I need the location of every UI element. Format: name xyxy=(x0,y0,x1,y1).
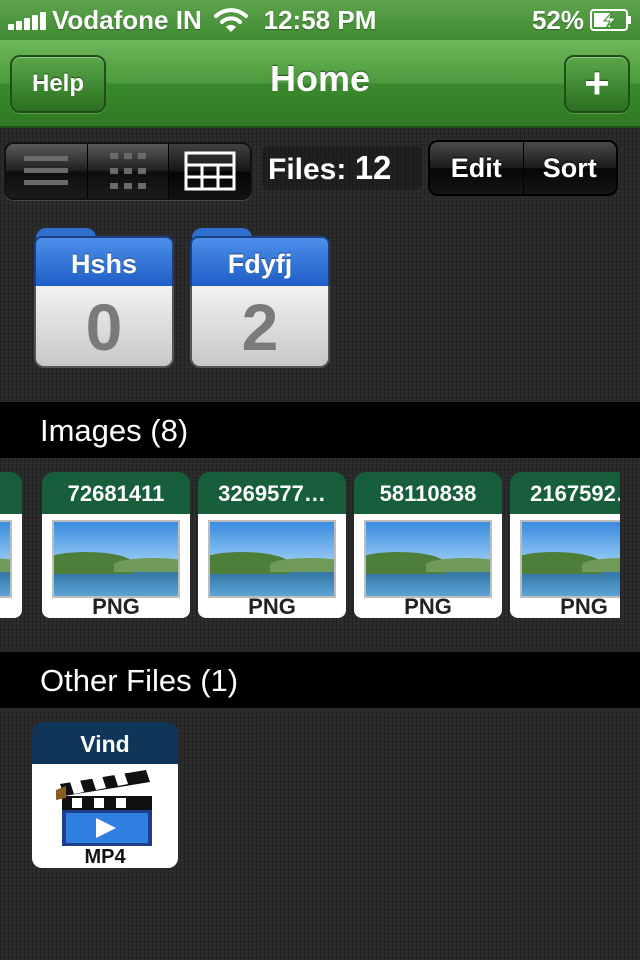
images-strip[interactable]: 72681411 PNG 3269577… PNG 58110838 PNG 2… xyxy=(0,472,620,622)
table-view-icon xyxy=(184,151,236,191)
list-view-button[interactable] xyxy=(6,144,88,198)
video-file-item[interactable]: Vind MP4 xyxy=(32,722,178,868)
sort-button[interactable]: Sort xyxy=(523,142,616,194)
folder-name: Fdyfj xyxy=(190,236,330,286)
navigation-bar: Help Home + xyxy=(0,40,640,128)
file-type-label: PNG xyxy=(404,594,452,619)
grid-view-icon xyxy=(110,153,146,189)
image-file-name: 2167592… xyxy=(510,472,620,514)
image-file-item[interactable]: 2167592… PNG xyxy=(510,472,620,620)
table-view-button[interactable] xyxy=(169,144,250,198)
video-clapperboard-icon xyxy=(56,770,152,846)
battery-percentage: 52% xyxy=(531,5,584,35)
image-file-item[interactable]: 58110838 PNG xyxy=(354,472,502,620)
image-thumbnail xyxy=(0,520,12,598)
folder-name: Hshs xyxy=(34,236,174,286)
edit-button[interactable]: Edit xyxy=(430,142,524,194)
image-file-name: 72681411 xyxy=(42,472,190,514)
file-type-label: PNG xyxy=(560,594,608,619)
image-thumbnail xyxy=(364,520,492,598)
images-section-header: Images (8) xyxy=(0,402,640,458)
folder-item[interactable]: Hshs 0 xyxy=(34,228,174,368)
files-label: Files: xyxy=(268,153,347,186)
list-view-icon xyxy=(24,156,69,185)
view-mode-selector xyxy=(4,142,252,200)
image-thumbnail xyxy=(52,520,180,598)
grid-view-button[interactable] xyxy=(87,144,170,198)
file-count-label: Files: 12 xyxy=(262,146,422,190)
file-type-label: MP4 xyxy=(84,846,126,868)
image-file-name: 58110838 xyxy=(354,472,502,514)
image-file-tab xyxy=(0,472,22,514)
file-type-label: PNG xyxy=(248,594,296,619)
video-file-name: Vind xyxy=(32,722,178,764)
folder-file-count: 0 xyxy=(34,286,174,368)
file-type-label: PNG xyxy=(92,594,140,619)
image-thumbnail xyxy=(520,520,620,598)
battery-charging-icon xyxy=(590,9,631,31)
image-file-name: 3269577… xyxy=(198,472,346,514)
folder-file-count: 2 xyxy=(190,286,330,368)
image-file-item-partial[interactable] xyxy=(0,472,22,620)
image-file-item[interactable]: 3269577… PNG xyxy=(198,472,346,620)
files-count: 12 xyxy=(354,149,392,186)
status-bar: Vodafone IN 12:58 PM 52% xyxy=(0,0,640,40)
folder-item[interactable]: Fdyfj 2 xyxy=(190,228,330,368)
edit-sort-control: Edit Sort xyxy=(428,140,618,196)
page-title: Home xyxy=(269,58,371,99)
other-files-section-header: Other Files (1) xyxy=(0,652,640,708)
image-file-item[interactable]: 72681411 PNG xyxy=(42,472,190,620)
add-button[interactable]: + xyxy=(564,55,630,113)
image-thumbnail xyxy=(208,520,336,598)
